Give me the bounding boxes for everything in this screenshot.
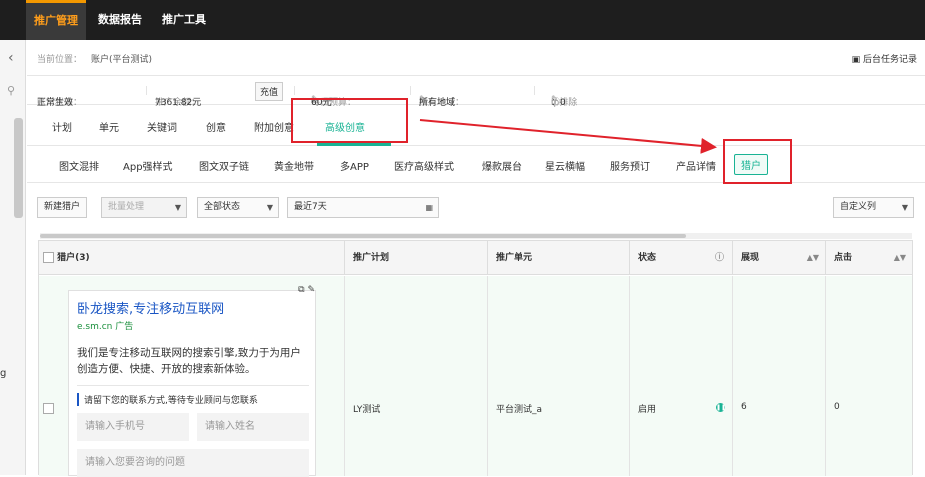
annotation-arrow	[419, 119, 717, 154]
